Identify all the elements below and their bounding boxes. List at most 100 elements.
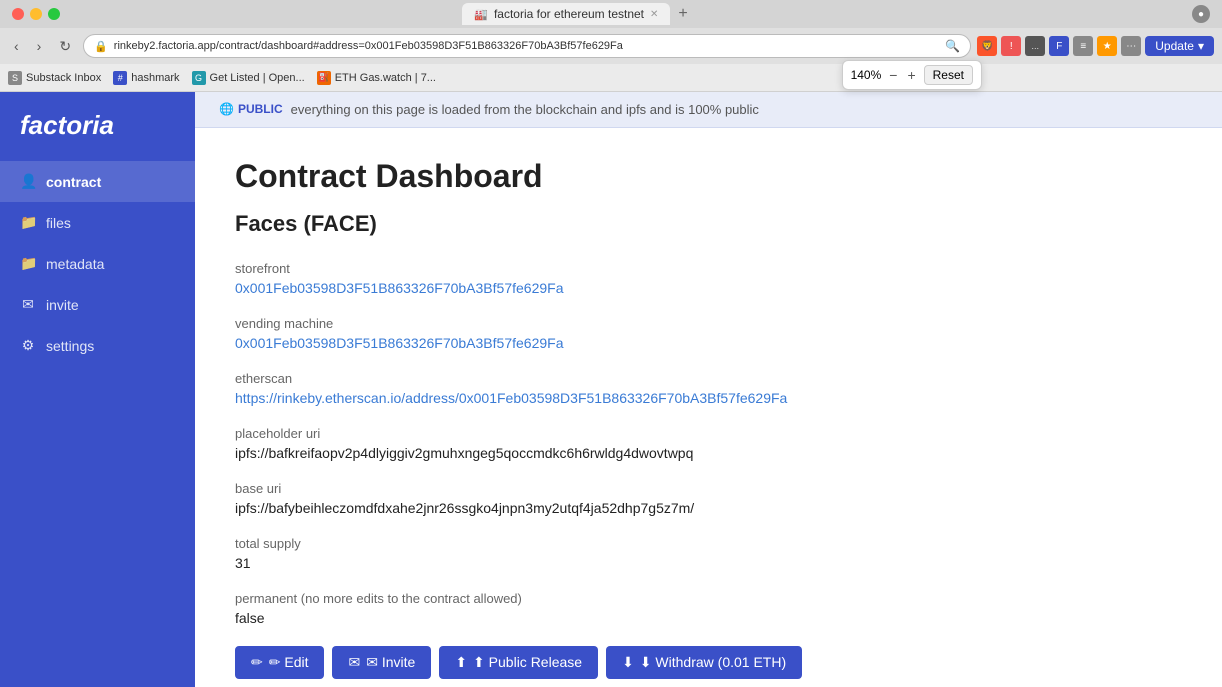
bookmark-substack[interactable]: S Substack Inbox [8,71,101,85]
total-supply-section: total supply 31 [235,536,1182,571]
update-button[interactable]: Update ▾ [1145,36,1214,56]
brave-shields-icon[interactable]: 🦁 [977,36,997,56]
app-layout: factoria 👤 contract 📁 files 📁 metadata ✉… [0,92,1222,687]
sidebar-contract-label: contract [46,174,101,190]
base-uri-label: base uri [235,481,1182,496]
bookmarks-bar: S Substack Inbox # hashmark G Get Listed… [0,64,1222,92]
etherscan-link[interactable]: https://rinkeby.etherscan.io/address/0x0… [235,390,787,406]
bookmark-ethgas-label: ETH Gas.watch | 7... [335,72,436,84]
sidebar-item-metadata[interactable]: 📁 metadata [0,243,195,284]
sidebar-item-files[interactable]: 📁 files [0,202,195,243]
address-bar[interactable]: 🔒 rinkeby2.factoria.app/contract/dashboa… [83,34,971,58]
maximize-window-button[interactable] [48,8,60,20]
bookmark-getlisted-label: Get Listed | Open... [210,72,305,84]
invite-btn-icon: ✉ [348,654,360,671]
reload-button[interactable]: ↻ [53,34,77,59]
extension-icon-5[interactable]: ★ [1097,36,1117,56]
withdraw-icon: ⬇ [622,654,634,671]
vending-machine-value: 0x001Feb03598D3F51B863326F70bA3Bf57fe629… [235,335,1182,351]
update-chevron-icon: ▾ [1198,39,1204,53]
permanent-section: permanent (no more edits to the contract… [235,591,1182,626]
withdraw-button[interactable]: ⬇ ⬇ Withdraw (0.01 ETH) [606,646,802,679]
tab-favicon: 🏭 [474,8,488,21]
address-text: rinkeby2.factoria.app/contract/dashboard… [114,40,940,52]
tab-bar: 🏭 factoria for ethereum testnet ✕ + [68,3,1082,25]
extension-icon-3[interactable]: F [1049,36,1069,56]
vending-machine-link[interactable]: 0x001Feb03598D3F51B863326F70bA3Bf57fe629… [235,335,563,351]
placeholder-uri-section: placeholder uri ipfs://bafkreifaopv2p4dl… [235,426,1182,461]
tab-close-button[interactable]: ✕ [650,9,658,20]
substack-favicon: S [8,71,22,85]
invite-icon: ✉ [20,296,36,313]
etherscan-label: etherscan [235,371,1182,386]
getlisted-favicon: G [192,71,206,85]
zoom-decrease-button[interactable]: − [887,67,899,83]
metadata-icon: 📁 [20,255,36,272]
public-badge-label: PUBLIC [238,102,283,116]
minimize-window-button[interactable] [30,8,42,20]
active-tab[interactable]: 🏭 factoria for ethereum testnet ✕ [462,3,670,25]
extension-icon-4[interactable]: ≡ [1073,36,1093,56]
files-icon: 📁 [20,214,36,231]
contract-name: Faces (FACE) [235,211,1182,237]
sidebar-settings-label: settings [46,338,94,354]
vending-machine-label: vending machine [235,316,1182,331]
contract-icon: 👤 [20,173,36,190]
bookmark-ethgas[interactable]: ⛽ ETH Gas.watch | 7... [317,71,436,85]
bookmark-hashmark-label: hashmark [131,72,179,84]
content-area: Contract Dashboard Faces (FACE) storefro… [195,128,1222,687]
storefront-label: storefront [235,261,1182,276]
zoom-popup: 140% − + Reset [842,60,982,90]
tab-title: factoria for ethereum testnet [494,7,644,21]
sidebar: factoria 👤 contract 📁 files 📁 metadata ✉… [0,92,195,687]
sidebar-item-contract[interactable]: 👤 contract [0,161,195,202]
storefront-value: 0x001Feb03598D3F51B863326F70bA3Bf57fe629… [235,280,1182,296]
sidebar-invite-label: invite [46,297,79,313]
invite-button[interactable]: ✉ ✉ Invite [332,646,431,679]
extension-icon-1[interactable]: ! [1001,36,1021,56]
placeholder-uri-value: ipfs://bafkreifaopv2p4dlyiggiv2gmuhxngeg… [235,445,1182,461]
base-uri-section: base uri ipfs://bafybeihleczomdfdxahe2jn… [235,481,1182,516]
etherscan-section: etherscan https://rinkeby.etherscan.io/a… [235,371,1182,406]
back-button[interactable]: ‹ [8,34,25,58]
main-content: 🌐 PUBLIC everything on this page is load… [195,92,1222,687]
release-icon: ⬆ [455,654,467,671]
app-logo: factoria [0,92,195,161]
extension-icon-2[interactable]: … [1025,36,1045,56]
sidebar-item-settings[interactable]: ⚙ settings [0,325,195,366]
search-icon[interactable]: 🔍 [945,39,960,53]
permanent-label: permanent (no more edits to the contract… [235,591,1182,606]
public-release-button[interactable]: ⬆ ⬆ Public Release [439,646,598,679]
public-description: everything on this page is loaded from t… [291,102,759,117]
lock-icon: 🔒 [94,40,108,53]
edit-label: ✏ Edit [269,654,309,671]
navigation-toolbar: ‹ › ↻ 🔒 rinkeby2.factoria.app/contract/d… [0,28,1222,64]
zoom-increase-button[interactable]: + [905,67,917,83]
new-tab-button[interactable]: + [678,5,687,23]
bookmark-substack-label: Substack Inbox [26,72,101,84]
bookmark-hashmark[interactable]: # hashmark [113,71,179,85]
title-bar: 🏭 factoria for ethereum testnet ✕ + ● [0,0,1222,28]
hashmark-favicon: # [113,71,127,85]
storefront-section: storefront 0x001Feb03598D3F51B863326F70b… [235,261,1182,296]
settings-icon: ⚙ [20,337,36,354]
permanent-value: false [235,610,1182,626]
release-label: ⬆ Public Release [473,654,582,671]
withdraw-label: ⬇ Withdraw (0.01 ETH) [640,654,786,671]
profile-icon: ● [1192,5,1210,23]
close-window-button[interactable] [12,8,24,20]
storefront-link[interactable]: 0x001Feb03598D3F51B863326F70bA3Bf57fe629… [235,280,563,296]
total-supply-label: total supply [235,536,1182,551]
forward-button[interactable]: › [31,34,48,58]
base-uri-value: ipfs://bafybeihleczomdfdxahe2jnr26ssgko4… [235,500,1182,516]
etherscan-value: https://rinkeby.etherscan.io/address/0x0… [235,390,1182,406]
edit-button[interactable]: ✏ ✏ Edit [235,646,324,679]
extension-icon-6[interactable]: ⋯ [1121,36,1141,56]
sidebar-item-invite[interactable]: ✉ invite [0,284,195,325]
edit-icon: ✏ [251,654,263,671]
sidebar-metadata-label: metadata [46,256,104,272]
bookmark-getlisted[interactable]: G Get Listed | Open... [192,71,305,85]
zoom-reset-button[interactable]: Reset [924,65,973,85]
sidebar-files-label: files [46,215,71,231]
traffic-lights [12,8,60,20]
